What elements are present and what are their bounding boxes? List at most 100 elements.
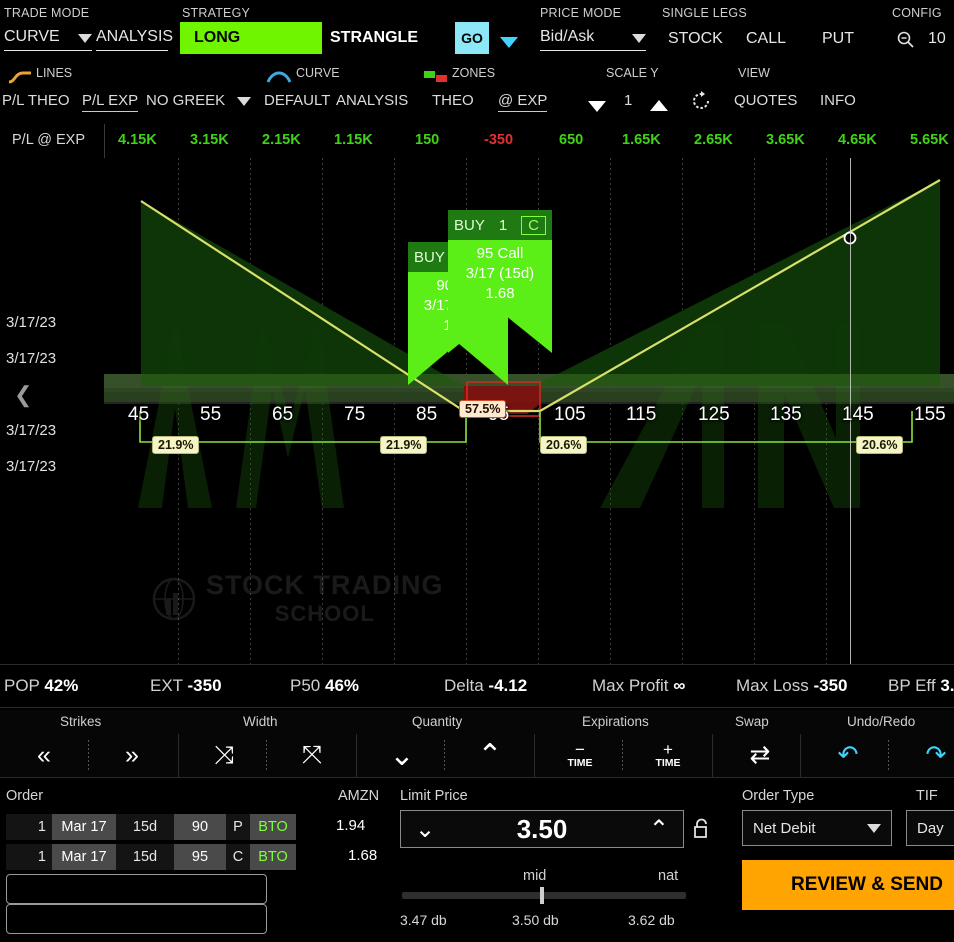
strikes-down-button[interactable]: « — [18, 736, 70, 774]
stat-delta: Delta -4.12 — [444, 676, 527, 696]
order-title: Order — [6, 788, 44, 804]
tag-pointer — [448, 311, 552, 354]
stat-pop: POP 42% — [4, 676, 78, 696]
x-tick-label: 55 — [200, 404, 222, 425]
price-slider-track[interactable] — [402, 892, 686, 899]
swap-button[interactable]: ⇄ — [734, 736, 786, 774]
leg-action[interactable]: BTO — [250, 844, 296, 870]
go-button[interactable]: GO — [455, 22, 489, 54]
order-type-value: Net Debit — [753, 819, 816, 837]
chevron-down-icon — [237, 96, 252, 106]
width-widen-button[interactable]: ⤧ — [286, 736, 338, 774]
trade-mode-dropdown[interactable]: CURVE — [4, 28, 92, 51]
strategy-chevron-down-icon[interactable] — [500, 34, 518, 52]
quantity-down-button[interactable]: ⌄ — [376, 736, 428, 774]
adjust-toolbar: Strikes Width Quantity Expirations Swap … — [0, 710, 954, 778]
x-tick-label: 65 — [272, 404, 294, 425]
time-plus-button[interactable]: + TIME — [642, 736, 694, 774]
stat-value: 42% — [44, 676, 79, 695]
config-value[interactable]: 10 — [928, 30, 946, 48]
order-type-label: Order Type — [742, 788, 815, 804]
limit-price-decrease-icon[interactable]: ⌄ — [415, 815, 435, 844]
scale-y-increase-button[interactable] — [650, 98, 668, 116]
toolbar-group-label: Undo/Redo — [847, 714, 916, 729]
stat-value: -350 — [187, 676, 222, 695]
order-leg-tag-call[interactable]: BUY 1 C 95 Call 3/17 (15d) 1.68 — [448, 210, 552, 354]
single-leg-call-button[interactable]: CALL — [746, 30, 786, 48]
theo-tab[interactable]: THEO — [432, 92, 474, 109]
analysis-tab[interactable]: ANALYSIS — [96, 28, 173, 51]
limit-price-stepper[interactable]: ⌄ 3.50 ⌃ — [400, 810, 684, 848]
prob-badge: 20.6% — [856, 436, 904, 454]
prob-badge: 20.6% — [540, 436, 588, 454]
leg-strike[interactable]: 90 — [174, 814, 226, 840]
y-tick: 1.65K — [622, 132, 661, 148]
limit-price-value[interactable]: 3.50 — [517, 814, 568, 845]
pl-exp-tab[interactable]: P/L EXP — [82, 92, 139, 112]
scale-y-decrease-button[interactable] — [588, 98, 606, 116]
y-tick: 3.15K — [190, 132, 229, 148]
quantity-up-button[interactable]: ⌃ — [464, 736, 516, 774]
strikes-up-button[interactable]: » — [106, 736, 158, 774]
globe-chart-icon — [152, 577, 196, 620]
leg-action[interactable]: BTO — [250, 814, 296, 840]
leg-put-call[interactable]: P — [226, 814, 250, 840]
order-leg-row[interactable]: 1 Mar 17 15d 95 C BTO — [6, 844, 296, 870]
order-leg-row[interactable]: 1 Mar 17 15d 90 P BTO — [6, 814, 296, 840]
leg-quantity[interactable]: 1 — [6, 814, 52, 840]
order-leg-tag-body: 95 Call 3/17 (15d) 1.68 — [448, 240, 552, 312]
curve-icon — [266, 68, 292, 89]
toolbar-group-label: Swap — [735, 714, 769, 729]
order-leg-side: BUY — [454, 216, 485, 234]
pl-theo-tab[interactable]: P/L THEO — [2, 92, 70, 109]
strategy-name-button[interactable]: STRANGLE — [330, 22, 418, 54]
refresh-icon[interactable] — [690, 90, 712, 117]
toolbar-group-label: Strikes — [60, 714, 102, 729]
watermark-line-1: STOCK TRADING — [206, 570, 444, 600]
quotes-tab[interactable]: QUOTES — [734, 92, 797, 109]
analysis-view-tab[interactable]: ANALYSIS — [336, 92, 408, 109]
empty-leg-field[interactable] — [6, 874, 267, 904]
config-label: CONFIG — [892, 6, 942, 20]
at-exp-tab[interactable]: @ EXP — [498, 92, 548, 112]
time-minus-button[interactable]: − TIME — [554, 736, 606, 774]
curve-label: CURVE — [296, 66, 340, 80]
chevron-down-icon — [78, 34, 92, 43]
stat-label: P50 — [290, 676, 321, 695]
price-mode-dropdown[interactable]: Bid/Ask — [540, 28, 646, 51]
tif-value: Day — [917, 819, 944, 837]
strategy-direction-button[interactable]: LONG — [180, 22, 322, 54]
undo-button[interactable]: ↶ — [822, 736, 874, 774]
info-tab[interactable]: INFO — [820, 92, 856, 109]
single-leg-stock-button[interactable]: STOCK — [668, 30, 723, 48]
stat-value: 3. — [940, 676, 954, 695]
price-slider-thumb[interactable] — [540, 887, 544, 904]
tif-select[interactable]: Day — [906, 810, 954, 846]
zones-icon — [424, 70, 448, 88]
zoom-out-icon[interactable] — [896, 30, 916, 55]
redo-button[interactable]: ↷ — [910, 736, 954, 774]
lines-icon — [8, 70, 32, 89]
leg-put-call[interactable]: C — [226, 844, 250, 870]
x-tick-label: 115 — [626, 404, 657, 425]
leg-expiration[interactable]: Mar 17 — [52, 814, 116, 840]
unlock-icon[interactable] — [692, 818, 711, 845]
limit-price-increase-icon[interactable]: ⌃ — [649, 815, 669, 844]
leg-strike[interactable]: 95 — [174, 844, 226, 870]
empty-leg-field[interactable] — [6, 904, 267, 934]
stat-p50: P50 46% — [290, 676, 359, 696]
review-and-send-button[interactable]: REVIEW & SEND — [742, 860, 954, 910]
trade-app: TRADE MODE STRATEGY PRICE MODE SINGLE LE… — [0, 0, 954, 942]
y-tick: 2.15K — [262, 132, 301, 148]
watermark-logo: STOCK TRADING SCHOOL — [152, 570, 444, 627]
greek-dropdown[interactable]: NO GREEK — [146, 92, 252, 109]
time-label: TIME — [567, 757, 593, 770]
leg-quantity[interactable]: 1 — [6, 844, 52, 870]
width-narrow-button[interactable]: ⤨ — [198, 736, 250, 774]
leg-expiration[interactable]: Mar 17 — [52, 844, 116, 870]
plot-area[interactable]: 45 55 65 75 85 95 105 115 125 135 145 15… — [0, 158, 954, 664]
order-type-select[interactable]: Net Debit — [742, 810, 892, 846]
scale-y-value: 1 — [624, 92, 633, 109]
single-leg-put-button[interactable]: PUT — [822, 30, 854, 48]
default-tab[interactable]: DEFAULT — [264, 92, 330, 109]
